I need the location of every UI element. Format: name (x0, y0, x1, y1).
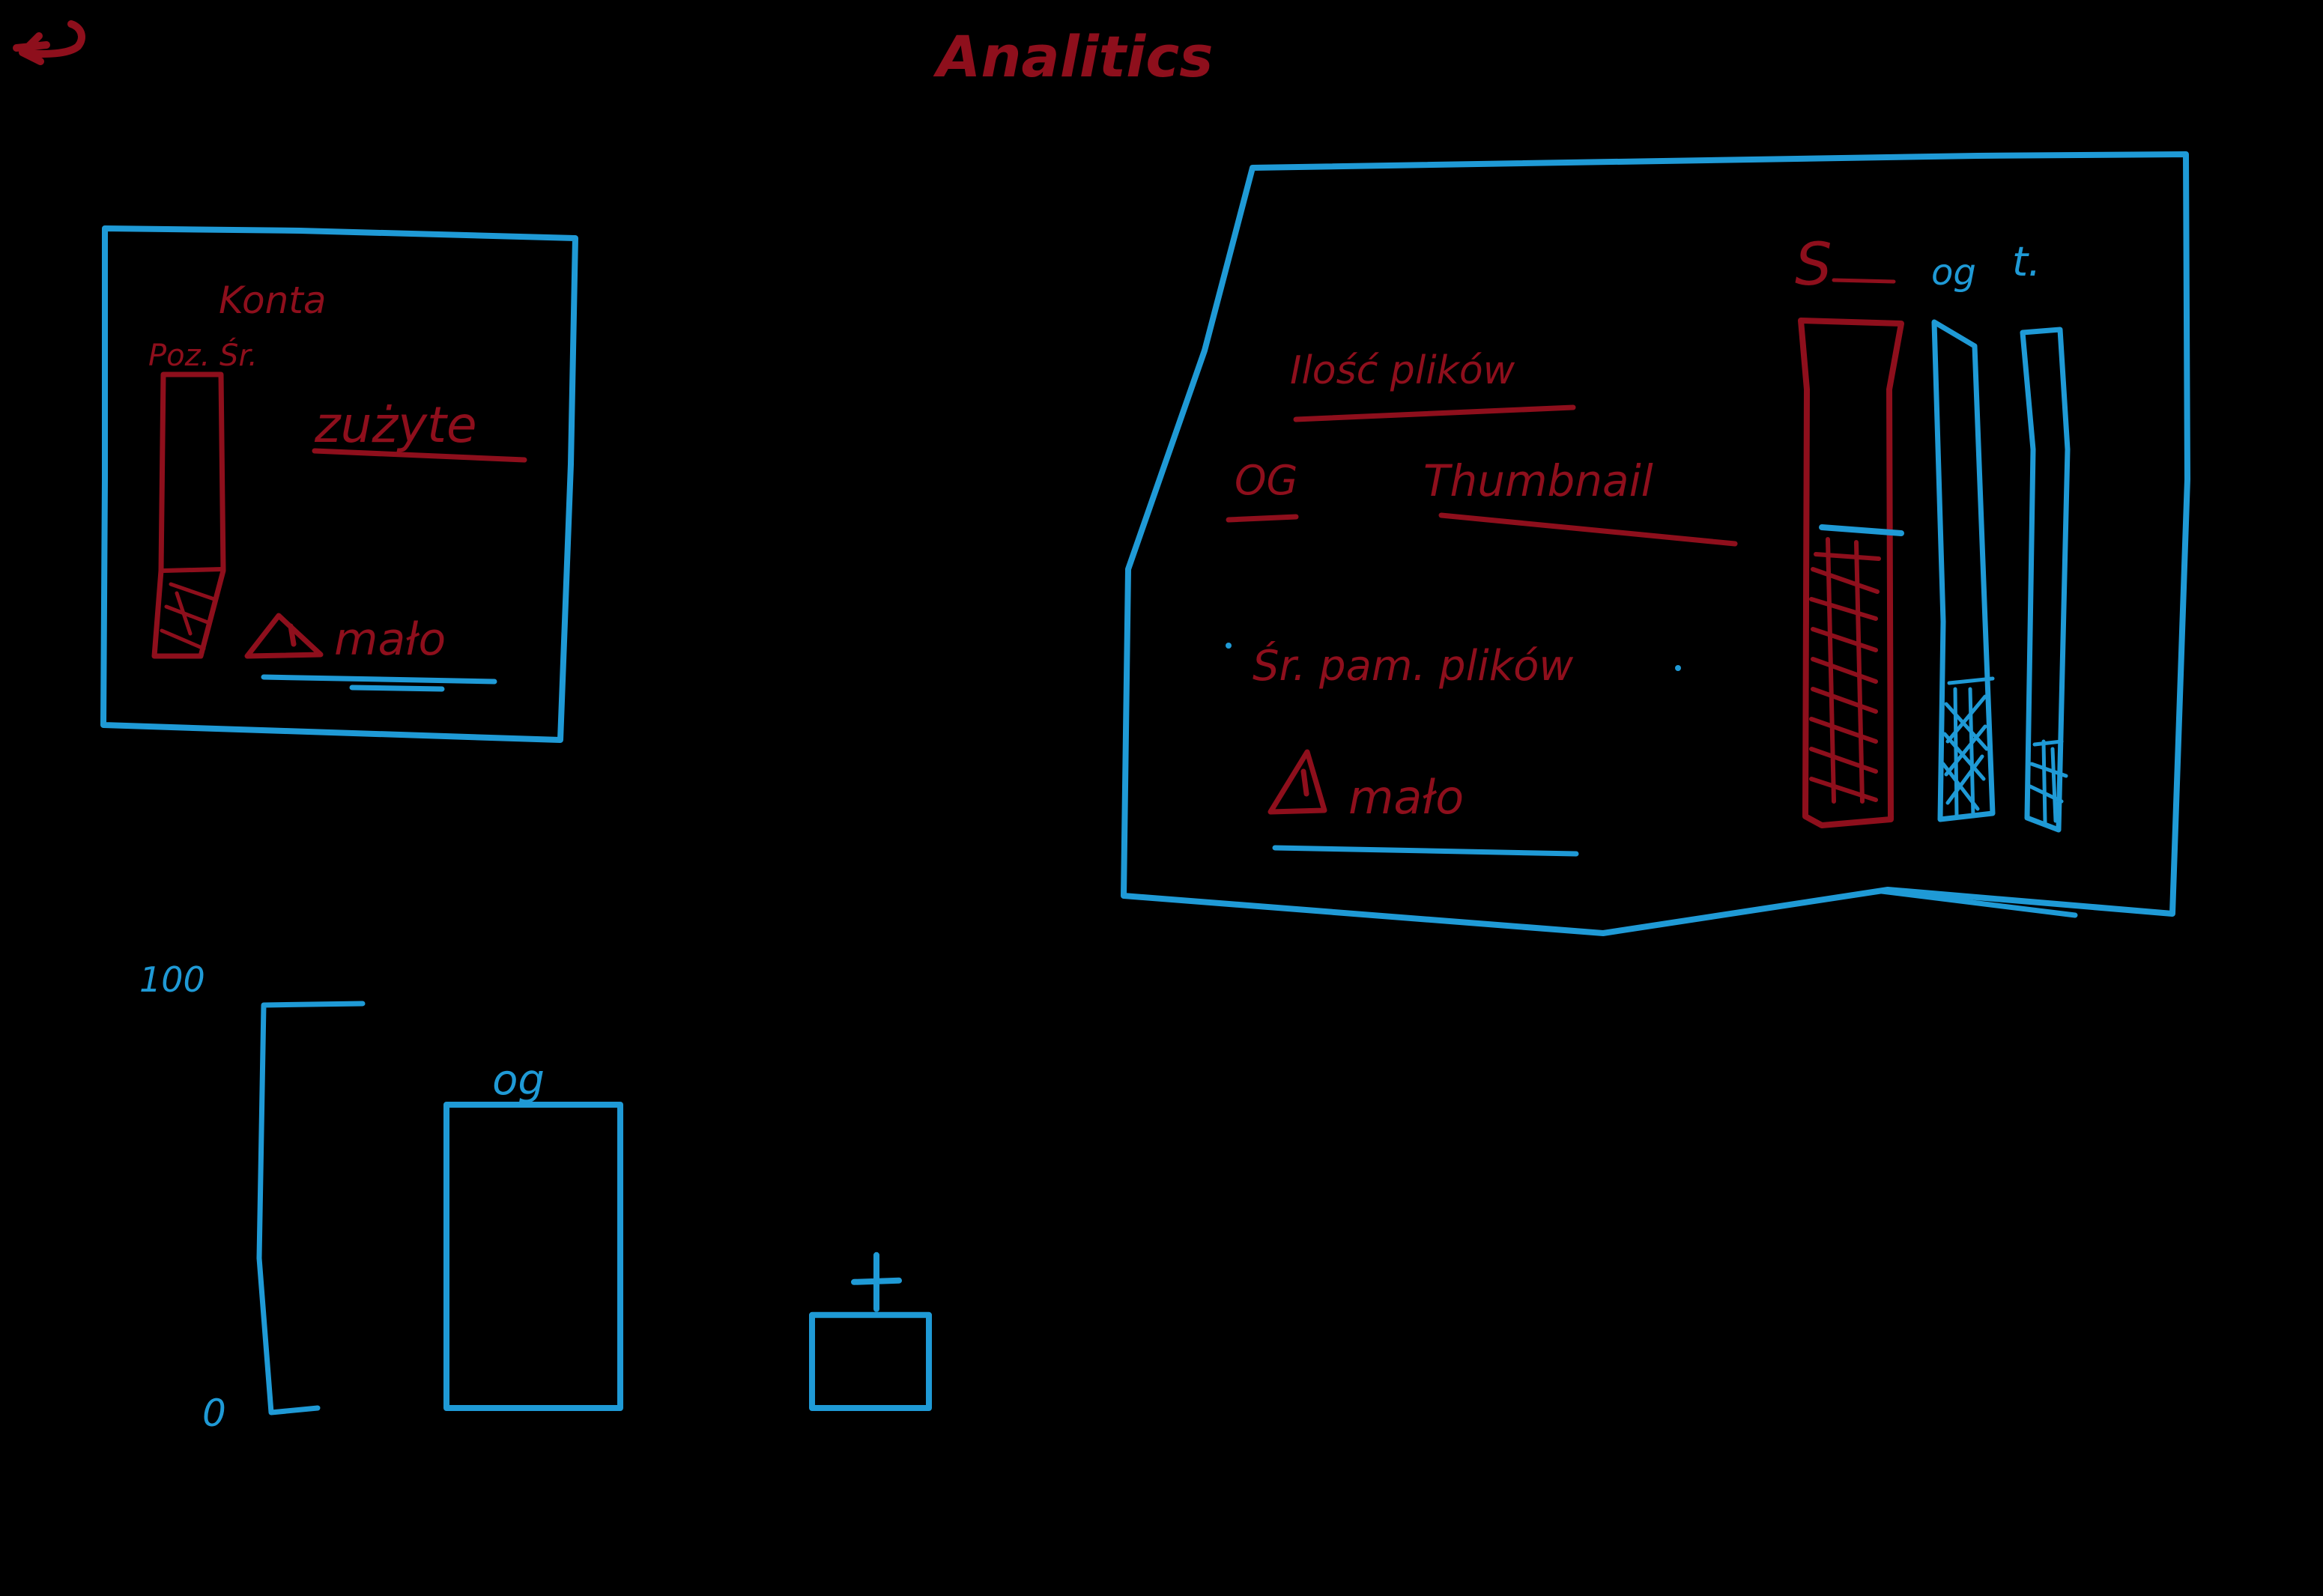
warning-icon (1267, 749, 1327, 815)
bar-og-label: og (492, 1056, 545, 1105)
files-panel: Ilość plików OG Thumbnail Śr. pam. plikó… (1121, 151, 2190, 936)
files-col-thumbnail: Thumbnail (1423, 455, 1653, 506)
files-title-underline (1293, 404, 1576, 422)
accounts-warning: mało (244, 613, 497, 692)
bar-t-label-icon (851, 1251, 902, 1312)
bar-og-rect (443, 1102, 623, 1411)
accounts-bar-label: Poz. Śr. (148, 337, 258, 373)
accounts-title: Konta (219, 279, 327, 322)
storage-bar-t-label: t. (2012, 238, 2041, 285)
warning-icon (244, 613, 324, 659)
files-col-og: OG (1235, 457, 1297, 504)
files-title: Ilość plików (1290, 348, 1515, 393)
bar-t (809, 1251, 932, 1412)
files-warning-underline (1272, 845, 1579, 857)
sketch-canvas: Analitics Konta Poz. Śr. zużyte mało Ilo… (13, 20, 2190, 1435)
y-tick-top: 100 (139, 959, 205, 1000)
back-button[interactable] (13, 20, 85, 65)
bullet-left (1226, 643, 1232, 649)
files-warning-text: mało (1348, 770, 1464, 825)
accounts-warning-text: mało (334, 613, 446, 666)
files-col-thumbnail-underline (1438, 512, 1738, 547)
accounts-warning-underline (261, 674, 497, 692)
bar-chart: 100 0 og (139, 959, 932, 1435)
back-arrow-icon (13, 20, 85, 65)
storage-bar-og-label: og (1931, 252, 1976, 294)
page-title: Analitics (933, 23, 1214, 90)
storage-bar-s: S (1795, 231, 1904, 828)
files-warning: mało (1267, 749, 1579, 857)
storage-bar-t: t. (2012, 238, 2071, 833)
files-col-og-underline (1226, 514, 1299, 523)
y-axis-bracket (256, 1001, 366, 1416)
accounts-panel: Konta Poz. Śr. zużyte mało (100, 225, 578, 743)
y-tick-bottom: 0 (202, 1392, 226, 1435)
accounts-used-label: zużyte (314, 396, 477, 454)
files-avg-label: Śr. pam. plików (1253, 642, 1573, 691)
bullet-right (1675, 665, 1681, 671)
bar-t-rect (809, 1311, 932, 1412)
bar-og: og (443, 1056, 623, 1411)
storage-bar-s-label: S (1795, 231, 1832, 299)
accounts-level-bar (151, 371, 226, 659)
storage-bar-og: og (1931, 252, 1996, 822)
